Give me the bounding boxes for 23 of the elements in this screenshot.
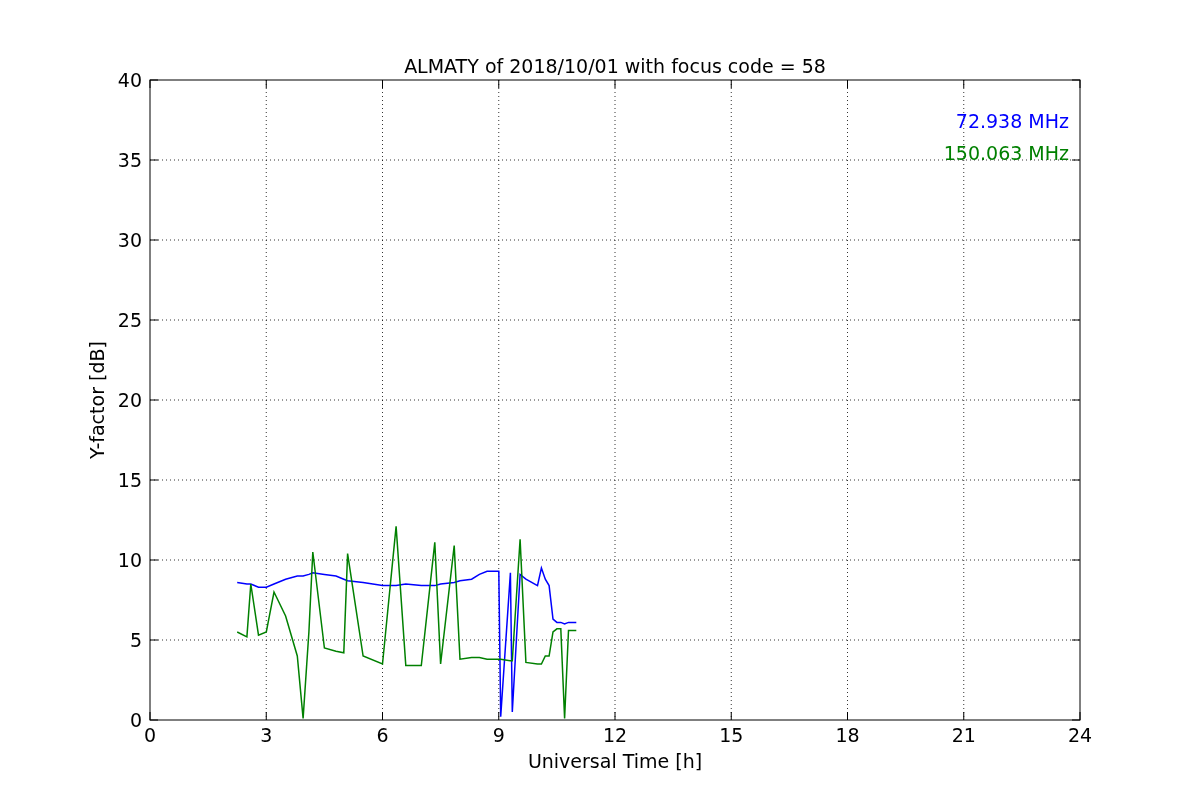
x-tick-label: 15 — [719, 724, 744, 746]
legend-label: 72.938 MHz — [955, 110, 1069, 132]
y-tick-label: 25 — [117, 309, 142, 331]
y-tick-label: 15 — [117, 469, 142, 491]
y-tick-label: 0 — [129, 709, 142, 731]
y-tick-label: 10 — [117, 549, 142, 571]
x-tick-label: 24 — [1067, 724, 1093, 746]
x-tick-label: 21 — [951, 724, 976, 746]
x-tick-label: 6 — [376, 724, 389, 746]
y-axis-label: Y-factor [dB] — [86, 341, 108, 459]
x-axis-label: Universal Time [h] — [527, 750, 703, 772]
x-tick-label: 0 — [143, 724, 157, 746]
x-tick-label: 9 — [492, 724, 505, 746]
y-tick-label: 30 — [117, 229, 142, 251]
y-tick-label: 20 — [117, 389, 142, 411]
x-tick-label: 18 — [835, 724, 860, 746]
x-tick-label: 3 — [260, 724, 273, 746]
legend-label: 150.063 MHz — [943, 142, 1069, 164]
x-tick-label: 12 — [602, 724, 628, 746]
chart-title: ALMATY of 2018/10/01 with focus code = 58 — [404, 55, 826, 77]
y-tick-label: 35 — [117, 149, 142, 171]
y-tick-label: 40 — [117, 69, 142, 91]
y-tick-label: 5 — [129, 629, 142, 651]
